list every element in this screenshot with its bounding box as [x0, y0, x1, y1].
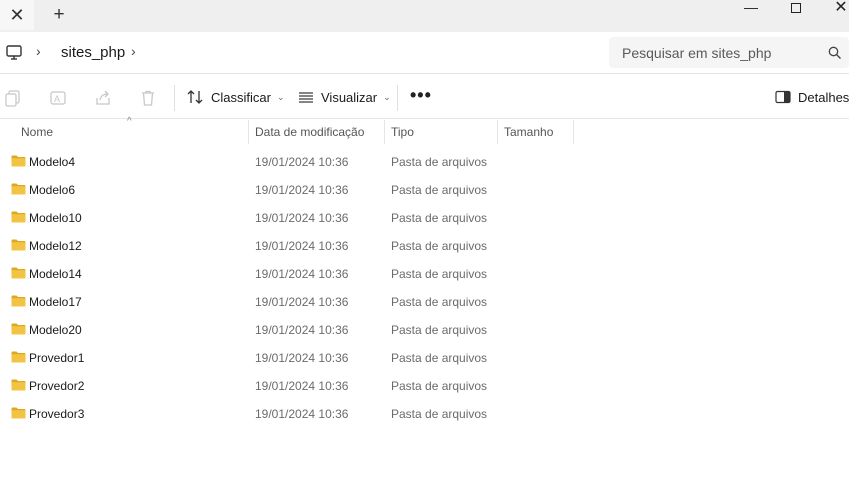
file-name: Modelo14 [29, 267, 82, 281]
file-modified: 19/01/2024 10:36 [255, 379, 349, 393]
copy-icon[interactable] [4, 89, 22, 107]
column-divider[interactable] [497, 120, 498, 144]
folder-icon [11, 379, 26, 391]
column-header: ^ Nome Data de modificação Tipo Tamanho [0, 116, 849, 144]
this-pc-icon[interactable] [6, 44, 22, 62]
file-modified: 19/01/2024 10:36 [255, 407, 349, 421]
column-type[interactable]: Tipo [391, 125, 414, 139]
close-window-button[interactable]: ✕ [818, 0, 849, 16]
sort-button[interactable]: Classificar ⌄ [186, 83, 285, 111]
file-type: Pasta de arquivos [391, 295, 488, 309]
file-modified: 19/01/2024 10:36 [255, 155, 349, 169]
file-modified: 19/01/2024 10:36 [255, 351, 349, 365]
file-row[interactable]: Provedor3 19/01/2024 10:36 Pasta de arquiv… [0, 400, 849, 428]
search-placeholder: Pesquisar em sites_php [622, 45, 772, 61]
file-type: Pasta de arquivos [391, 323, 488, 337]
file-row[interactable]: Modelo10 19/01/2024 10:36 Pasta de arquivo… [0, 204, 849, 232]
delete-icon[interactable] [139, 89, 157, 107]
share-icon[interactable] [94, 89, 112, 107]
file-name: Modelo12 [29, 239, 82, 253]
chevron-down-icon: ⌄ [383, 91, 391, 102]
file-row[interactable]: Modelo12 19/01/2024 10:36 Pasta de arquivo… [0, 232, 849, 260]
file-name: Provedor1 [29, 351, 85, 365]
file-type: Pasta de arquivos [391, 267, 488, 281]
command-toolbar: A Classificar ⌄ Visualizar ⌄ ••• Detalhe… [0, 75, 849, 119]
file-row[interactable]: Modelo20 19/01/2024 10:36 Pasta de arquivo… [0, 316, 849, 344]
file-type: Pasta de arquivos [391, 351, 488, 365]
search-input[interactable]: Pesquisar em sites_php [609, 37, 849, 68]
toolbar-divider [397, 85, 398, 111]
folder-icon [11, 295, 26, 307]
close-tab-button[interactable]: ✕ [0, 0, 34, 30]
file-row[interactable]: Modelo4 19/01/2024 10:36 Pasta de arquivos [0, 148, 849, 176]
breadcrumb-chevron-icon[interactable]: › [131, 43, 136, 59]
view-list-icon [299, 92, 313, 103]
breadcrumb-current-folder[interactable]: sites_php [61, 44, 125, 61]
file-modified: 19/01/2024 10:36 [255, 267, 349, 281]
view-label: Visualizar [321, 89, 378, 105]
file-row[interactable]: Modelo14 19/01/2024 10:36 Pasta de arquivo… [0, 260, 849, 288]
chevron-down-icon: ⌄ [276, 91, 285, 102]
view-button[interactable]: Visualizar ⌄ [298, 83, 391, 111]
details-pane-icon [775, 90, 791, 104]
file-name: Modelo17 [29, 295, 82, 309]
file-row[interactable]: Provedor2 19/01/2024 10:36 Pasta de arquiv… [0, 372, 849, 400]
folder-icon [11, 211, 26, 223]
search-icon [828, 46, 841, 59]
more-options-button[interactable]: ••• [410, 85, 432, 106]
folder-icon [11, 183, 26, 195]
folder-icon [11, 155, 26, 167]
sort-icon [187, 90, 203, 104]
folder-icon [11, 267, 26, 279]
file-type: Pasta de arquivos [391, 407, 488, 421]
sort-ascending-icon: ^ [127, 116, 132, 127]
file-name: Modelo4 [29, 155, 76, 169]
file-name: Provedor2 [29, 379, 85, 393]
folder-icon [11, 239, 26, 251]
file-modified: 19/01/2024 10:36 [255, 323, 349, 337]
rename-icon[interactable]: A [49, 89, 67, 107]
file-name: Modelo20 [29, 323, 82, 337]
file-type: Pasta de arquivos [391, 239, 488, 253]
file-modified: 19/01/2024 10:36 [255, 211, 349, 225]
address-bar: › sites_php › Pesquisar em sites_php [0, 32, 849, 74]
file-modified: 19/01/2024 10:36 [255, 183, 349, 197]
folder-icon [11, 323, 26, 335]
file-name: Modelo10 [29, 211, 82, 225]
folder-icon [11, 407, 26, 419]
svg-text:A: A [54, 94, 60, 104]
details-pane-button[interactable]: Detalhes [775, 83, 849, 111]
maximize-button[interactable] [773, 0, 819, 14]
file-list: Modelo4 19/01/2024 10:36 Pasta de arquivos… [0, 148, 849, 428]
column-size[interactable]: Tamanho [504, 125, 553, 139]
column-modified[interactable]: Data de modificação [255, 125, 364, 139]
folder-icon [11, 351, 26, 363]
file-name: Modelo6 [29, 183, 76, 197]
column-divider[interactable] [384, 120, 385, 144]
file-type: Pasta de arquivos [391, 379, 488, 393]
new-tab-button[interactable]: + [44, 0, 74, 30]
column-name[interactable]: Nome [21, 125, 53, 139]
details-label: Detalhes [798, 89, 849, 105]
file-row[interactable]: Provedor1 19/01/2024 10:36 Pasta de arquiv… [0, 344, 849, 372]
file-row[interactable]: Modelo6 19/01/2024 10:36 Pasta de arquivos [0, 176, 849, 204]
file-modified: 19/01/2024 10:36 [255, 295, 349, 309]
file-modified: 19/01/2024 10:36 [255, 239, 349, 253]
breadcrumb-chevron-icon[interactable]: › [36, 43, 41, 59]
column-divider[interactable] [573, 120, 574, 144]
toolbar-divider [174, 85, 175, 111]
file-type: Pasta de arquivos [391, 183, 488, 197]
minimize-button[interactable]: — [728, 0, 774, 15]
maximize-icon [791, 3, 801, 13]
file-name: Provedor3 [29, 407, 85, 421]
file-row[interactable]: Modelo17 19/01/2024 10:36 Pasta de arquivo… [0, 288, 849, 316]
file-type: Pasta de arquivos [391, 155, 488, 169]
title-bar: ✕ + — ✕ [0, 0, 849, 32]
sort-label: Classificar [211, 89, 271, 105]
column-divider[interactable] [248, 120, 249, 144]
file-type: Pasta de arquivos [391, 211, 488, 225]
